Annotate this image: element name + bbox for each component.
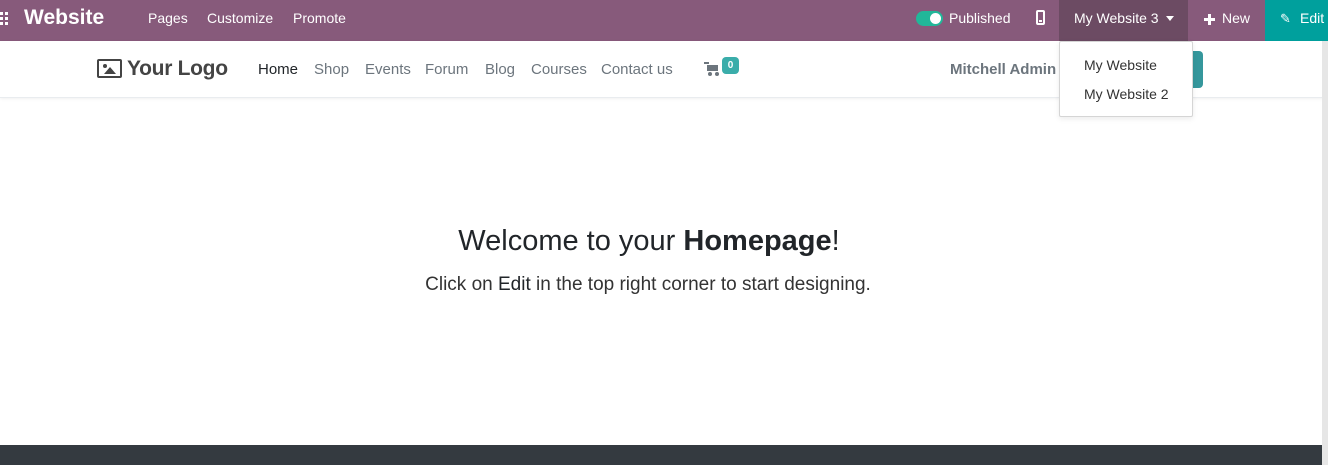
plus-icon — [1204, 14, 1215, 25]
nav-courses[interactable]: Courses — [531, 61, 587, 78]
caret-down-icon — [1166, 16, 1174, 21]
page-scrollbar[interactable] — [1322, 41, 1328, 465]
nav-events[interactable]: Events — [365, 61, 411, 78]
published-label[interactable]: Published — [949, 10, 1011, 26]
nav-home[interactable]: Home — [258, 61, 298, 78]
published-toggle[interactable] — [916, 11, 943, 26]
edit-button-label: Edit — [1300, 10, 1325, 26]
image-icon[interactable] — [97, 59, 122, 78]
menu-pages[interactable]: Pages — [148, 10, 188, 26]
menu-promote[interactable]: Promote — [293, 10, 346, 26]
cart-icon[interactable] — [704, 62, 720, 76]
cart-count-badge: 0 — [722, 57, 739, 74]
apps-menu-icon[interactable] — [0, 12, 8, 26]
new-button[interactable]: New — [1188, 0, 1265, 41]
welcome-subtext: Click on Edit in the top right corner to… — [425, 274, 871, 295]
nav-contact-us[interactable]: Contact us — [601, 61, 673, 78]
website-switcher-dropdown: My Website My Website 2 — [1059, 41, 1193, 117]
website-admin-bar: Website Pages Customize Promote Publishe… — [0, 0, 1328, 41]
app-title[interactable]: Website — [24, 6, 104, 30]
welcome-heading: Welcome to your Homepage! — [458, 225, 840, 257]
mobile-preview-icon[interactable] — [1036, 10, 1045, 25]
site-logo[interactable]: Your Logo — [127, 57, 228, 81]
site-footer — [0, 445, 1322, 465]
edit-button[interactable]: ✎ Edit — [1265, 0, 1328, 41]
pencil-icon: ✎ — [1280, 11, 1291, 26]
user-menu[interactable]: Mitchell Admin — [950, 61, 1056, 78]
nav-shop[interactable]: Shop — [314, 61, 349, 78]
dropdown-item-my-website[interactable]: My Website — [1084, 57, 1157, 73]
new-button-label: New — [1222, 10, 1251, 26]
current-website-label: My Website 3 — [1074, 10, 1159, 26]
nav-forum[interactable]: Forum — [425, 61, 468, 78]
nav-blog[interactable]: Blog — [485, 61, 515, 78]
dropdown-item-my-website-2[interactable]: My Website 2 — [1084, 86, 1169, 102]
menu-customize[interactable]: Customize — [207, 10, 273, 26]
website-switcher-button[interactable]: My Website 3 — [1059, 0, 1188, 41]
